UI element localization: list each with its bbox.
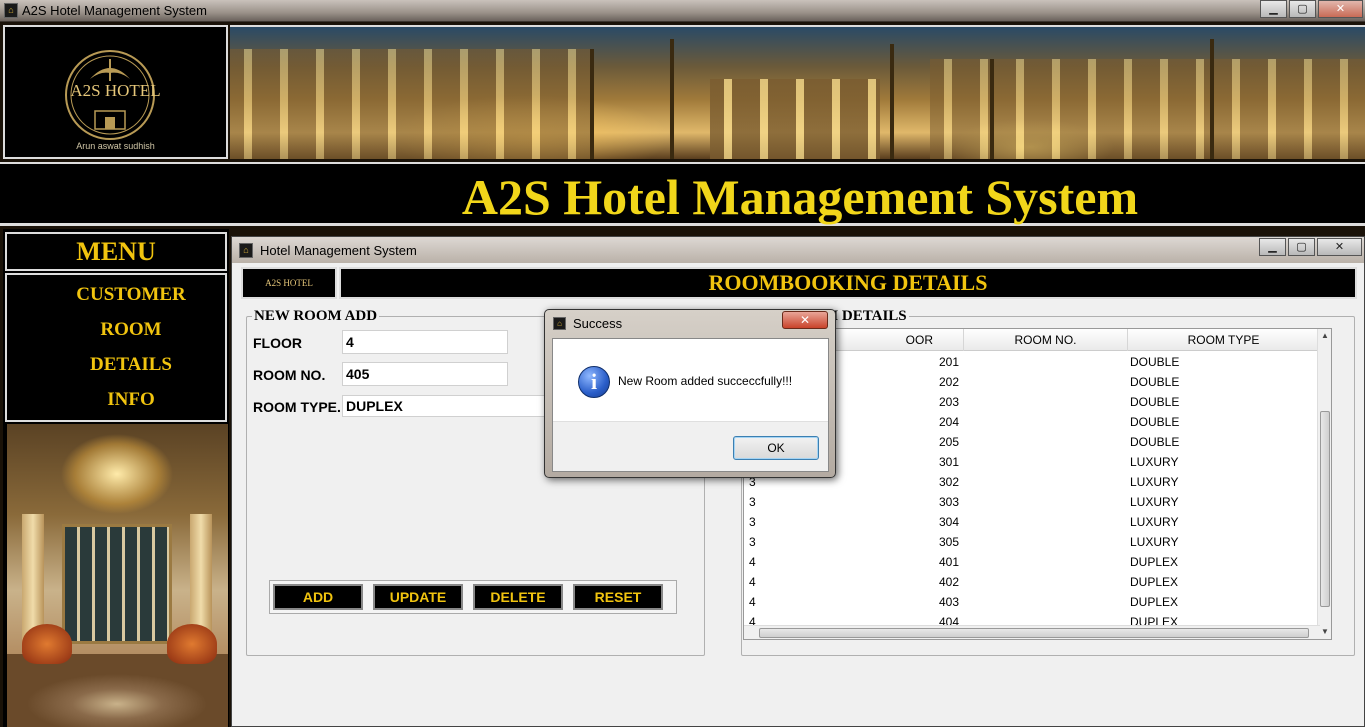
cell-floor: 3 (749, 515, 756, 529)
cell-room-no: 301 (939, 455, 960, 469)
menu-title: MENU (5, 232, 227, 271)
cell-room-no: 402 (939, 575, 960, 589)
inner-close-button[interactable]: ✕ (1317, 238, 1362, 256)
app-logo-icon: ⌂ (4, 3, 18, 18)
cell-room-no: 201 (939, 355, 960, 369)
cell-room-type: DOUBLE (1130, 355, 1180, 369)
menu-item-room[interactable]: ROOM (7, 319, 225, 341)
dialog-message: New Room added succeccfully!!! (618, 374, 793, 388)
info-icon: i (578, 366, 610, 398)
cell-room-type: DUPLEX (1130, 595, 1179, 609)
app-title: A2S Hotel Management System (22, 3, 207, 18)
minimize-button[interactable]: ▁ (1260, 0, 1287, 18)
delete-button[interactable]: DELETE (473, 584, 563, 610)
cell-room-no: 203 (939, 395, 960, 409)
app-titlebar: ⌂ A2S Hotel Management System ▁ ▢ ✕ (0, 0, 1365, 22)
scroll-up-icon[interactable]: ▲ (1318, 329, 1331, 343)
inner-app-icon: ⌂ (239, 243, 253, 258)
cell-room-type: DOUBLE (1130, 375, 1180, 389)
new-room-add-title: NEW ROOM ADD (252, 308, 380, 325)
dialog-content: i New Room added succeccfully!!! OK (552, 338, 829, 472)
hotel-logo: A2S HOTEL Arun aswat sudhish (3, 25, 228, 159)
cell-room-type: LUXURY (1130, 535, 1179, 549)
cell-room-no: 205 (939, 435, 960, 449)
dialog-close-button[interactable]: ✕ (782, 311, 828, 329)
cell-room-type: LUXURY (1130, 475, 1179, 489)
logo-tagline: Arun aswat sudhish (76, 141, 155, 151)
room-type-label: ROOM TYPE. (253, 399, 341, 415)
cell-room-type: DOUBLE (1130, 395, 1180, 409)
menu-list: CUSTOMER ROOM DETAILS INFO (5, 273, 227, 422)
scroll-down-icon[interactable]: ▼ (1318, 625, 1331, 639)
menu-item-info[interactable]: INFO (7, 389, 225, 411)
vertical-scrollbar[interactable]: ▲ ▼ (1317, 329, 1331, 639)
header-band: A2S Hotel Management System (0, 162, 1365, 226)
dialog-app-icon: ⌂ (553, 317, 566, 330)
inner-window-title: Hotel Management System (260, 243, 417, 258)
cell-floor: 3 (749, 495, 756, 509)
hotel-banner-image (230, 25, 1365, 159)
cell-floor: 3 (749, 535, 756, 549)
table-row[interactable]: 3 305 LUXURY (744, 532, 1320, 552)
lobby-image (7, 424, 228, 727)
column-header-room-type[interactable]: ROOM TYPE (1128, 329, 1320, 351)
table-row[interactable]: 4 402 DUPLEX (744, 572, 1320, 592)
add-button[interactable]: ADD (273, 584, 363, 610)
sidebar: MENU CUSTOMER ROOM DETAILS INFO (3, 229, 229, 727)
cell-room-no: 202 (939, 375, 960, 389)
cell-room-no: 403 (939, 595, 960, 609)
menu-item-details[interactable]: DETAILS (7, 354, 225, 376)
cell-floor: 4 (749, 575, 756, 589)
cell-room-type: LUXURY (1130, 495, 1179, 509)
cell-room-type: LUXURY (1130, 515, 1179, 529)
hscroll-thumb[interactable] (759, 628, 1309, 638)
ok-button[interactable]: OK (733, 436, 819, 460)
cell-room-type: DOUBLE (1130, 435, 1180, 449)
cell-room-no: 305 (939, 535, 960, 549)
dialog-title: Success (573, 316, 623, 331)
maximize-button[interactable]: ▢ (1289, 0, 1316, 18)
reset-button[interactable]: RESET (573, 584, 663, 610)
scroll-thumb[interactable] (1320, 411, 1330, 607)
update-button[interactable]: UPDATE (373, 584, 463, 610)
cell-room-no: 204 (939, 415, 960, 429)
cell-room-type: LUXURY (1130, 455, 1179, 469)
cell-room-type: DUPLEX (1130, 575, 1179, 589)
cell-room-no: 303 (939, 495, 960, 509)
column-header-room-no[interactable]: ROOM NO. (964, 329, 1128, 351)
logo-name: A2S HOTEL (70, 81, 161, 100)
success-dialog: ⌂ Success ✕ i New Room added succeccfull… (544, 309, 836, 478)
floor-input[interactable]: 4 (342, 330, 508, 354)
cell-room-no: 302 (939, 475, 960, 489)
table-row[interactable]: 4 401 DUPLEX (744, 552, 1320, 572)
cell-room-no: 304 (939, 515, 960, 529)
cell-room-type: DOUBLE (1130, 415, 1180, 429)
cell-floor: 4 (749, 555, 756, 569)
page-title: A2S Hotel Management System (461, 169, 1139, 225)
room-no-input[interactable]: 405 (342, 362, 508, 386)
cell-room-no: 401 (939, 555, 960, 569)
form-logo: A2S HOTEL (241, 267, 337, 299)
inner-titlebar: ⌂ Hotel Management System ▁ ▢ ✕ (232, 237, 1364, 263)
cell-floor: 4 (749, 595, 756, 609)
room-type-select[interactable]: DUPLEX (342, 395, 572, 417)
window-controls: ▁ ▢ ✕ (1258, 0, 1363, 18)
inner-window-controls: ▁ ▢ ✕ (1257, 238, 1362, 256)
room-no-label: ROOM NO. (253, 367, 326, 383)
table-row[interactable]: 4 403 DUPLEX (744, 592, 1320, 612)
inner-minimize-button[interactable]: ▁ (1259, 238, 1286, 256)
floor-label: FLOOR (253, 335, 302, 351)
inner-maximize-button[interactable]: ▢ (1288, 238, 1315, 256)
cell-room-type: DUPLEX (1130, 555, 1179, 569)
action-buttons: ADD UPDATE DELETE RESET (269, 580, 677, 614)
menu-item-customer[interactable]: CUSTOMER (7, 284, 225, 306)
horizontal-scrollbar[interactable] (744, 625, 1320, 639)
table-row[interactable]: 3 304 LUXURY (744, 512, 1320, 532)
table-row[interactable]: 3 303 LUXURY (744, 492, 1320, 512)
close-button[interactable]: ✕ (1318, 0, 1363, 18)
form-title: ROOMBOOKING DETAILS (339, 267, 1357, 299)
